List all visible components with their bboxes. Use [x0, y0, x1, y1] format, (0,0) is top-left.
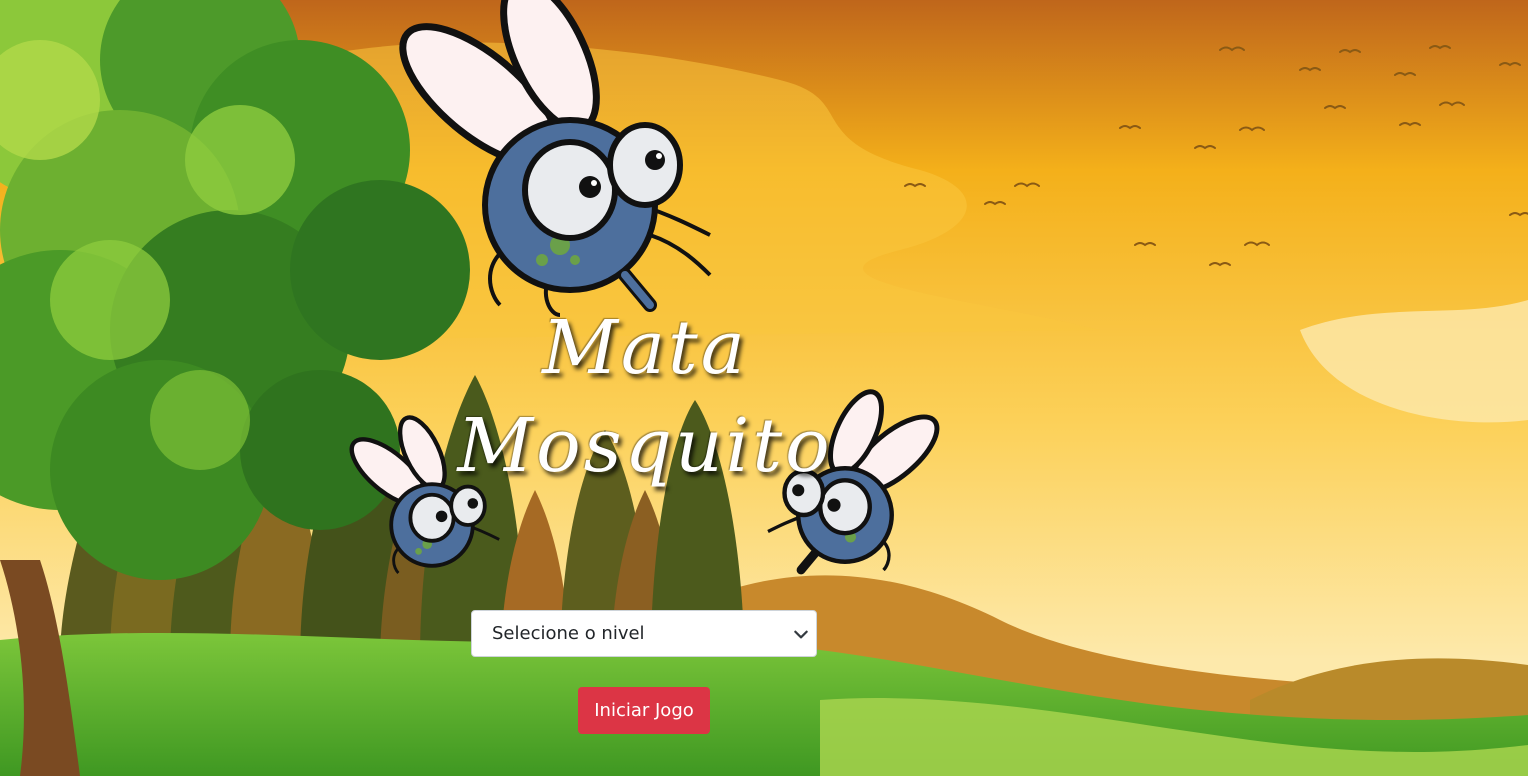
level-select[interactable]: Selecione o nivel	[471, 610, 817, 657]
level-select-value: Selecione o nivel	[492, 623, 645, 644]
game-title-line1: Mata	[542, 305, 748, 391]
game-title-line2: Mosquito	[457, 403, 833, 489]
start-game-button[interactable]: Iniciar Jogo	[578, 687, 710, 734]
chevron-down-icon	[794, 630, 808, 639]
